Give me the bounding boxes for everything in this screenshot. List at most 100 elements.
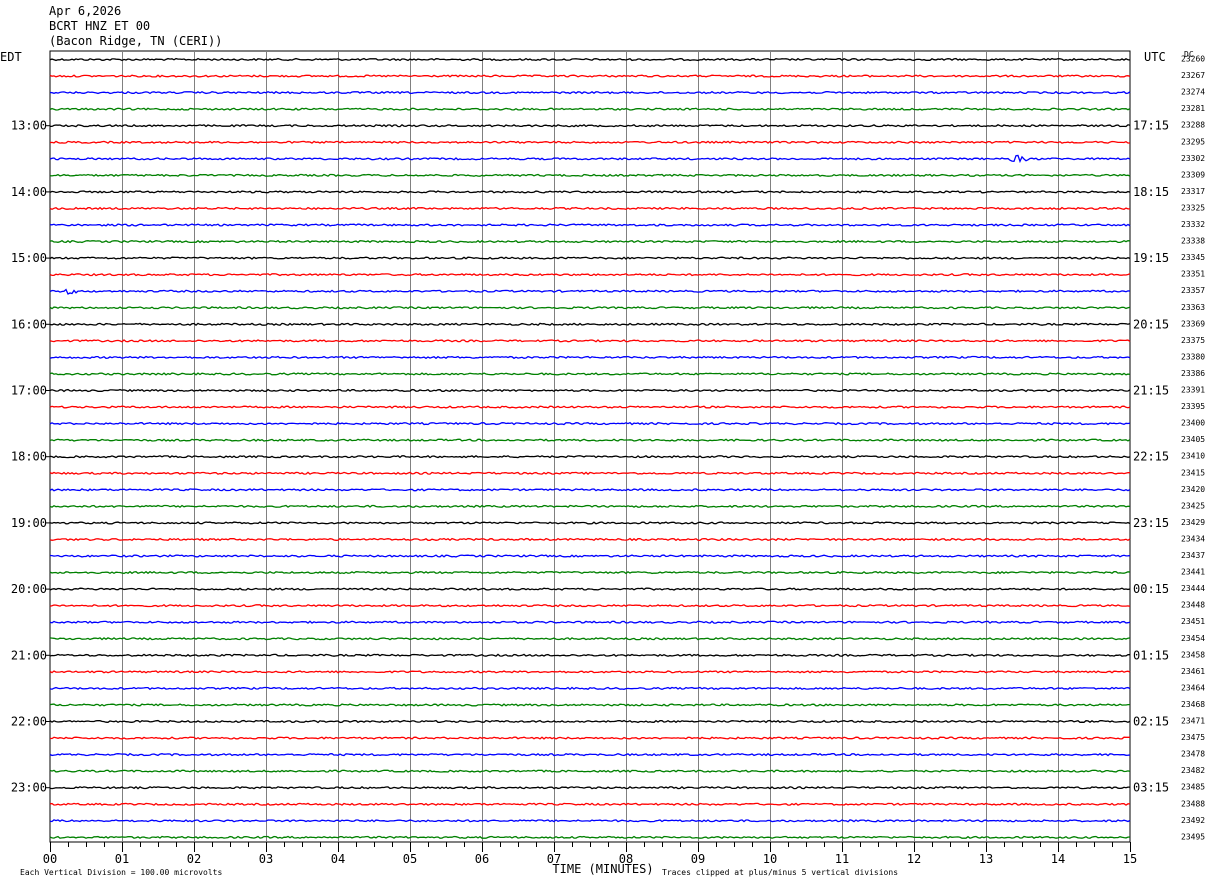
dc-offset-label: 23309 xyxy=(1181,170,1205,179)
vertical-scale-note: Each Vertical Division = 100.00 microvol… xyxy=(20,868,222,877)
seismic-trace xyxy=(49,603,1131,608)
seismic-trace xyxy=(49,239,1131,244)
dc-offset-label: 23425 xyxy=(1181,501,1205,510)
dc-offset-label: 23325 xyxy=(1181,203,1205,212)
dc-offset-label: 23281 xyxy=(1181,104,1205,113)
helicorder-plot: 2326023267232742328123288232952330223309… xyxy=(0,50,1205,877)
dc-offset-label: 23485 xyxy=(1181,783,1205,792)
dc-offset-label: 23454 xyxy=(1181,634,1205,643)
left-hour-label: 20:00 xyxy=(11,582,47,596)
right-hour-label: 03:15 xyxy=(1133,781,1169,795)
seismic-trace xyxy=(49,90,1131,95)
dc-offset-label: 23332 xyxy=(1181,220,1205,229)
dc-offset-label: 23395 xyxy=(1181,402,1205,411)
left-hour-label: 17:00 xyxy=(11,384,47,398)
right-timezone-label: UTC xyxy=(1144,50,1166,64)
x-tick-label: 10 xyxy=(763,852,777,866)
dc-offset-label: 23458 xyxy=(1181,650,1205,659)
dc-offset-label: 23471 xyxy=(1181,717,1205,726)
seismic-trace xyxy=(49,438,1131,442)
left-hour-label: 16:00 xyxy=(11,317,47,331)
x-tick-label: 00 xyxy=(43,852,57,866)
dc-offset-label: 23400 xyxy=(1181,419,1205,428)
seismic-trace xyxy=(49,57,1131,62)
x-tick-label: 01 xyxy=(115,852,129,866)
dc-offset-label: 23295 xyxy=(1181,137,1205,146)
seismic-trace xyxy=(49,154,1131,164)
right-hour-label: 23:15 xyxy=(1133,516,1169,530)
dc-offset-label: 23351 xyxy=(1181,270,1205,279)
dc-offset-label: 23302 xyxy=(1181,154,1205,163)
dc-offset-label: 23410 xyxy=(1181,452,1205,461)
seismic-trace xyxy=(49,405,1131,409)
left-hour-label: 14:00 xyxy=(11,185,47,199)
seismic-trace xyxy=(49,637,1131,641)
seismic-trace xyxy=(49,570,1131,575)
right-hour-label: 02:15 xyxy=(1133,715,1169,729)
seismic-trace xyxy=(49,769,1131,773)
seismic-trace xyxy=(49,587,1131,591)
dc-header: DC xyxy=(1184,50,1194,59)
left-hour-label: 15:00 xyxy=(11,251,47,265)
seismic-trace xyxy=(49,223,1131,227)
seismic-trace xyxy=(49,471,1131,475)
x-tick-label: 13 xyxy=(979,852,993,866)
right-hour-label: 01:15 xyxy=(1133,648,1169,662)
seismic-trace xyxy=(49,372,1131,376)
right-hour-label: 19:15 xyxy=(1133,251,1169,265)
seismic-trace xyxy=(49,322,1131,326)
seismic-trace xyxy=(49,835,1131,839)
x-axis-label: TIME (MINUTES) xyxy=(552,862,653,876)
seismic-trace xyxy=(49,74,1131,78)
seismic-trace xyxy=(49,488,1131,492)
seismic-trace xyxy=(49,537,1131,542)
dc-offset-label: 23468 xyxy=(1181,700,1205,709)
dc-offset-label: 23288 xyxy=(1181,121,1205,130)
left-hour-label: 21:00 xyxy=(11,648,47,662)
seismic-trace xyxy=(49,355,1131,360)
right-hour-label: 18:15 xyxy=(1133,185,1169,199)
plot-frame xyxy=(49,50,1131,843)
dc-offset-label: 23405 xyxy=(1181,435,1205,444)
right-hour-label: 22:15 xyxy=(1133,450,1169,464)
dc-offset-label: 23267 xyxy=(1181,71,1205,80)
seismic-trace xyxy=(49,752,1131,757)
dc-offset-label: 23495 xyxy=(1181,832,1205,841)
seismic-trace xyxy=(49,339,1131,343)
seismic-trace xyxy=(49,785,1130,790)
dc-offset-label: 23345 xyxy=(1181,253,1205,262)
dc-offset-label: 23338 xyxy=(1181,237,1205,246)
x-tick-label: 09 xyxy=(691,852,705,866)
seismic-trace xyxy=(49,272,1131,277)
dc-offset-label: 23492 xyxy=(1181,816,1205,825)
dc-offset-label: 23482 xyxy=(1181,766,1205,775)
dc-offset-label: 23357 xyxy=(1181,286,1205,295)
x-tick-label: 04 xyxy=(331,852,345,866)
seismic-trace xyxy=(49,107,1131,111)
x-tick-label: 05 xyxy=(403,852,417,866)
seismic-trace xyxy=(49,173,1131,178)
x-tick-label: 06 xyxy=(475,852,489,866)
right-hour-label: 20:15 xyxy=(1133,317,1169,331)
seismic-trace xyxy=(49,719,1131,724)
right-hour-label: 00:15 xyxy=(1133,582,1169,596)
seismic-trace xyxy=(49,819,1131,823)
left-hour-label: 22:00 xyxy=(11,715,47,729)
dc-offset-label: 23429 xyxy=(1181,518,1205,527)
seismic-trace xyxy=(49,190,1131,194)
left-hour-label: 19:00 xyxy=(11,516,47,530)
dc-offset-label: 23448 xyxy=(1181,601,1205,610)
x-tick-label: 03 xyxy=(259,852,273,866)
seismic-trace xyxy=(49,421,1131,426)
right-hour-label: 17:15 xyxy=(1133,119,1169,133)
seismic-trace xyxy=(49,653,1131,657)
seismic-trace xyxy=(49,620,1131,624)
dc-offset-label: 23380 xyxy=(1181,352,1205,361)
seismic-trace xyxy=(49,306,1131,310)
dc-offset-label: 23475 xyxy=(1181,733,1205,742)
clipping-note: Traces clipped at plus/minus 5 vertical … xyxy=(662,868,898,877)
seismic-trace xyxy=(49,554,1131,558)
seismic-trace xyxy=(49,736,1130,740)
dc-offset-label: 23369 xyxy=(1181,319,1205,328)
x-tick-label: 14 xyxy=(1051,852,1065,866)
